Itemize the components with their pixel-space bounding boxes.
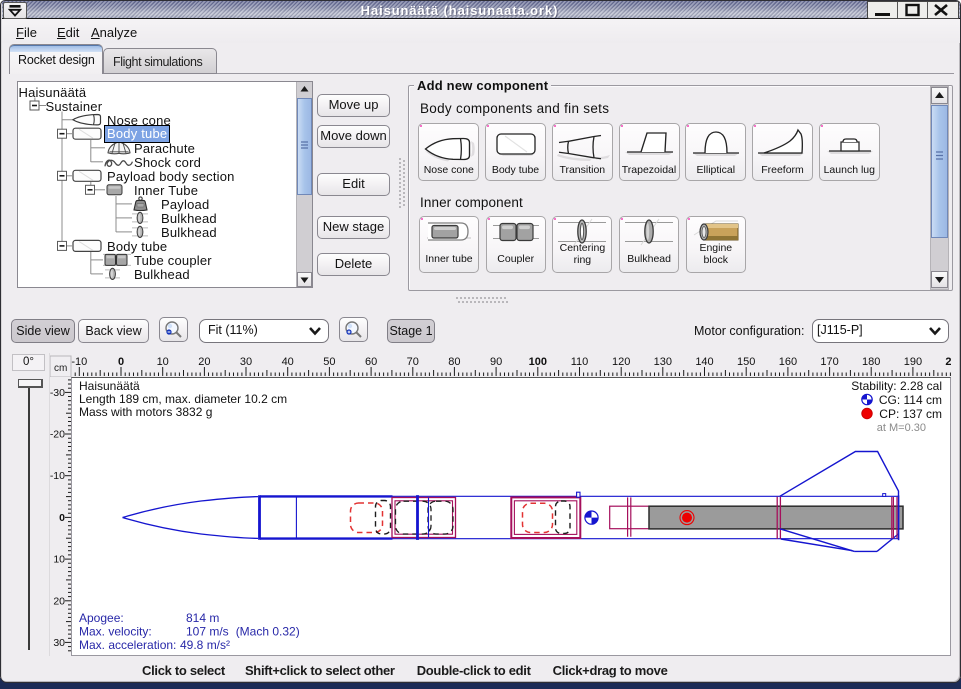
svg-text:-10: -10 [71,356,87,368]
svg-text:30: 30 [240,356,252,368]
svg-text:CP: 137 cm: CP: 137 cm [879,407,942,421]
svg-text:50: 50 [323,356,335,368]
svg-text:90: 90 [490,356,502,368]
svg-text:Stability: 2.28 cal: Stability: 2.28 cal [851,379,942,393]
svg-text:-20: -20 [50,429,65,441]
svg-text:49.8 m/s²: 49.8 m/s² [180,638,230,652]
svg-text:200: 200 [945,356,951,368]
svg-text:180: 180 [862,356,880,368]
svg-text:10: 10 [157,356,169,368]
svg-text:20: 20 [198,356,210,368]
svg-text:0: 0 [118,356,124,368]
svg-text:814 m: 814 m [186,611,219,625]
svg-text:Mass with motors 3832 g: Mass with motors 3832 g [79,405,212,419]
svg-text:190: 190 [904,356,922,368]
svg-text:Max. acceleration:: Max. acceleration: [79,638,176,652]
svg-text:107 m/s(Mach 0.32): 107 m/s(Mach 0.32) [186,625,300,639]
svg-text:60: 60 [365,356,377,368]
svg-text:Haisunäätä: Haisunäätä [79,379,140,393]
svg-text:Apogee:: Apogee: [79,611,124,625]
svg-text:110: 110 [571,356,589,368]
svg-text:120: 120 [612,356,630,368]
svg-text:20: 20 [53,595,65,607]
svg-text:CG: 114 cm: CG: 114 cm [879,393,942,407]
svg-text:-10: -10 [50,470,65,482]
svg-text:170: 170 [820,356,838,368]
svg-text:160: 160 [779,356,797,368]
svg-text:70: 70 [407,356,419,368]
svg-text:Max. velocity:: Max. velocity: [79,625,152,639]
svg-text:Length 189 cm, max. diameter 1: Length 189 cm, max. diameter 10.2 cm [79,392,287,406]
svg-text:140: 140 [695,356,713,368]
svg-text:at M=0.30: at M=0.30 [877,422,926,434]
svg-text:0: 0 [59,512,65,524]
svg-text:-30: -30 [50,387,65,399]
svg-text:80: 80 [448,356,460,368]
svg-text:100: 100 [529,356,547,368]
svg-text:30: 30 [53,637,65,649]
svg-text:cm: cm [54,363,67,374]
svg-text:10: 10 [53,554,65,566]
svg-text:150: 150 [737,356,755,368]
svg-text:130: 130 [654,356,672,368]
svg-text:40: 40 [282,356,294,368]
